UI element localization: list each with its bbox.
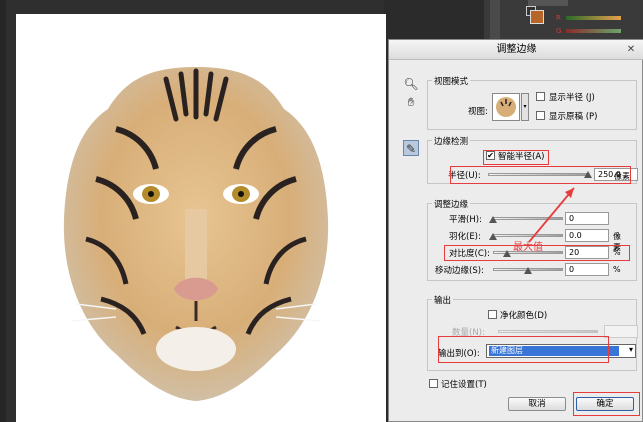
edge-detection-section-label: 边缘检测 — [432, 135, 471, 147]
cancel-button[interactable]: 取消 — [508, 397, 566, 411]
color-panel — [484, 0, 643, 40]
hand-tool-icon[interactable]: ✋︎ — [403, 94, 419, 110]
adjust-edge-input[interactable]: 0 — [565, 263, 609, 276]
tiger-image — [63, 67, 329, 401]
view-mode-thumbnail[interactable] — [492, 93, 520, 121]
amount-slider-track — [498, 330, 598, 333]
adjust-edge-slider-thumb[interactable] — [524, 267, 532, 274]
document-canvas — [16, 14, 386, 422]
decontaminate-label: 净化颜色(D) — [500, 311, 548, 321]
show-original-checkbox[interactable] — [536, 111, 545, 120]
slider-g[interactable] — [566, 29, 621, 33]
photoshop-workspace: R G 调整边缘 ✕ 🔍︎ ✋︎ ✎ 视图模式 视图: ▾ 显示半径 (J) 显… — [0, 0, 643, 422]
view-mode-group: 视图模式 视图: ▾ 显示半径 (J) 显示原稿 (P) — [427, 75, 637, 130]
ok-highlight — [573, 392, 640, 416]
adjust-edge-label: 羽化(E): — [449, 232, 481, 242]
foreground-color-swatch[interactable] — [530, 10, 544, 24]
dialog-title: 调整边缘 — [389, 40, 643, 60]
adjust-edge-label: 平滑(H): — [449, 215, 482, 225]
show-radius-checkbox[interactable] — [536, 92, 545, 101]
decontaminate-checkbox[interactable] — [488, 310, 497, 319]
smart-radius-highlight — [483, 150, 549, 165]
refine-edge-dialog: 调整边缘 ✕ 🔍︎ ✋︎ ✎ 视图模式 视图: ▾ 显示半径 (J) 显示原稿 … — [388, 39, 643, 422]
remember-settings-label: 记住设置(T) — [441, 380, 487, 390]
output-section-label: 输出 — [432, 294, 454, 306]
slider-label-r: R — [556, 14, 561, 22]
show-radius-label: 显示半径 (J) — [549, 93, 595, 103]
zoom-tool-icon[interactable]: 🔍︎ — [403, 76, 419, 92]
view-mode-dropdown-arrow[interactable]: ▾ — [521, 93, 529, 121]
adjust-edge-slider-thumb[interactable] — [489, 216, 497, 223]
adjust-edge-section-label: 调整边缘 — [432, 198, 471, 210]
adjust-edge-label: 移动边缘(S): — [435, 266, 484, 276]
view-label: 视图: — [468, 107, 488, 117]
annotation-text: 最大值 — [513, 242, 543, 253]
canvas-area — [6, 0, 386, 422]
panel-scrollbar[interactable] — [490, 0, 500, 40]
refine-radius-brush-icon[interactable]: ✎ — [403, 140, 419, 156]
close-button[interactable]: ✕ — [624, 43, 638, 56]
slider-r[interactable] — [566, 16, 621, 20]
amount-input — [604, 325, 638, 338]
remember-settings-checkbox[interactable] — [429, 379, 438, 388]
adjust-edge-slider-thumb[interactable] — [489, 233, 497, 240]
output-to-highlight — [438, 336, 609, 363]
chevron-down-icon: ▾ — [628, 345, 633, 354]
slider-label-g: G — [556, 27, 562, 35]
adjust-edge-unit: % — [613, 265, 621, 274]
show-original-label: 显示原稿 (P) — [549, 112, 598, 122]
view-mode-section-label: 视图模式 — [432, 75, 471, 87]
